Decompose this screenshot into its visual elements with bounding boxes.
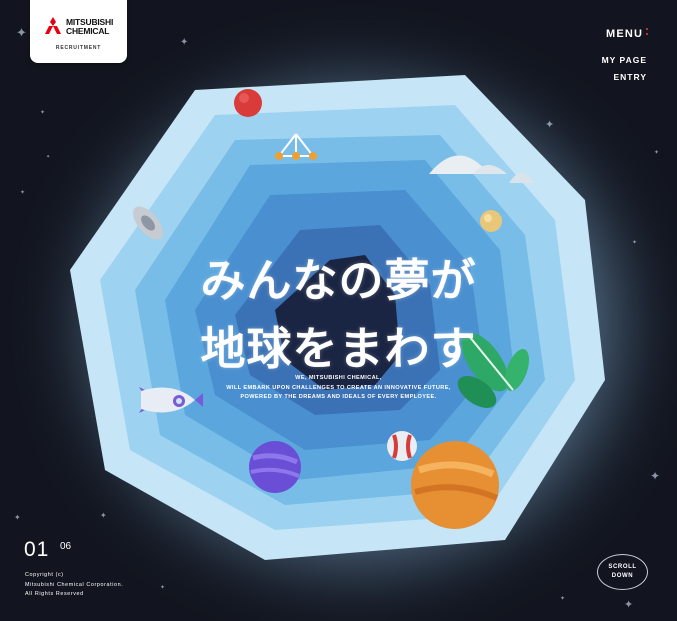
entry-link[interactable]: ENTRY (614, 72, 648, 82)
headline-line-2: 地球をまわす (200, 322, 477, 375)
slide-current: 01 (24, 538, 50, 561)
three-diamonds-logo-icon (45, 17, 61, 34)
red-planet-icon (234, 89, 262, 117)
tagline-line: WILL EMBARK UPON CHALLENGES TO CREATE AN… (226, 384, 451, 391)
satellite-icon (275, 133, 317, 160)
star-icon: ✦ (560, 596, 566, 602)
star-icon: ✦ (16, 25, 27, 40)
star-icon: ✦ (624, 599, 634, 611)
company-logo-link[interactable]: MITSUBISHI CHEMICAL RECRUITMENT (30, 0, 127, 63)
tagline-line: WE, MITSUBISHI CHEMICAL, (295, 375, 382, 381)
copyright-line: All Rights Reserved (25, 591, 84, 597)
ufo-icon (133, 206, 163, 240)
tagline-line: POWERED BY THE DREAMS AND IDEALS OF EVER… (240, 394, 437, 400)
scroll-down-button[interactable]: SCROLL DOWN (597, 554, 648, 590)
tagline: WE, MITSUBISHI CHEMICAL, WILL EMBARK UPO… (0, 374, 677, 403)
copyright-line: Copyright (c) (25, 572, 64, 578)
headline-line-1: みんなの夢が (200, 254, 477, 307)
slide-total: 06 (60, 541, 72, 552)
my-page-link[interactable]: MY PAGE (602, 55, 647, 65)
orange-planet-icon (411, 441, 499, 529)
copyright-line: Mitsubishi Chemical Corporation. (25, 581, 124, 588)
logo-subtitle: RECRUITMENT (55, 45, 102, 51)
star-icon: ✦ (180, 37, 189, 48)
purple-planet-icon (249, 441, 301, 493)
copyright: Copyright (c) Mitsubishi Chemical Corpor… (25, 571, 123, 600)
star-icon: ✦ (14, 513, 21, 522)
scroll-label-2: DOWN (611, 573, 634, 579)
cloud-icon (429, 155, 535, 183)
menu-button[interactable]: MENU (606, 28, 643, 40)
scroll-label-1: SCROLL (608, 564, 637, 570)
star-icon: ✦ (654, 150, 660, 156)
star-icon: ✦ (160, 585, 166, 591)
star-icon: ✦ (20, 190, 26, 196)
star-icon: ✦ (650, 469, 661, 483)
logo-line-2: CHEMICAL (66, 26, 110, 36)
logo-wordmark: MITSUBISHI CHEMICAL (66, 18, 113, 36)
moon-icon (480, 210, 502, 232)
menu-dots-icon (646, 28, 649, 39)
